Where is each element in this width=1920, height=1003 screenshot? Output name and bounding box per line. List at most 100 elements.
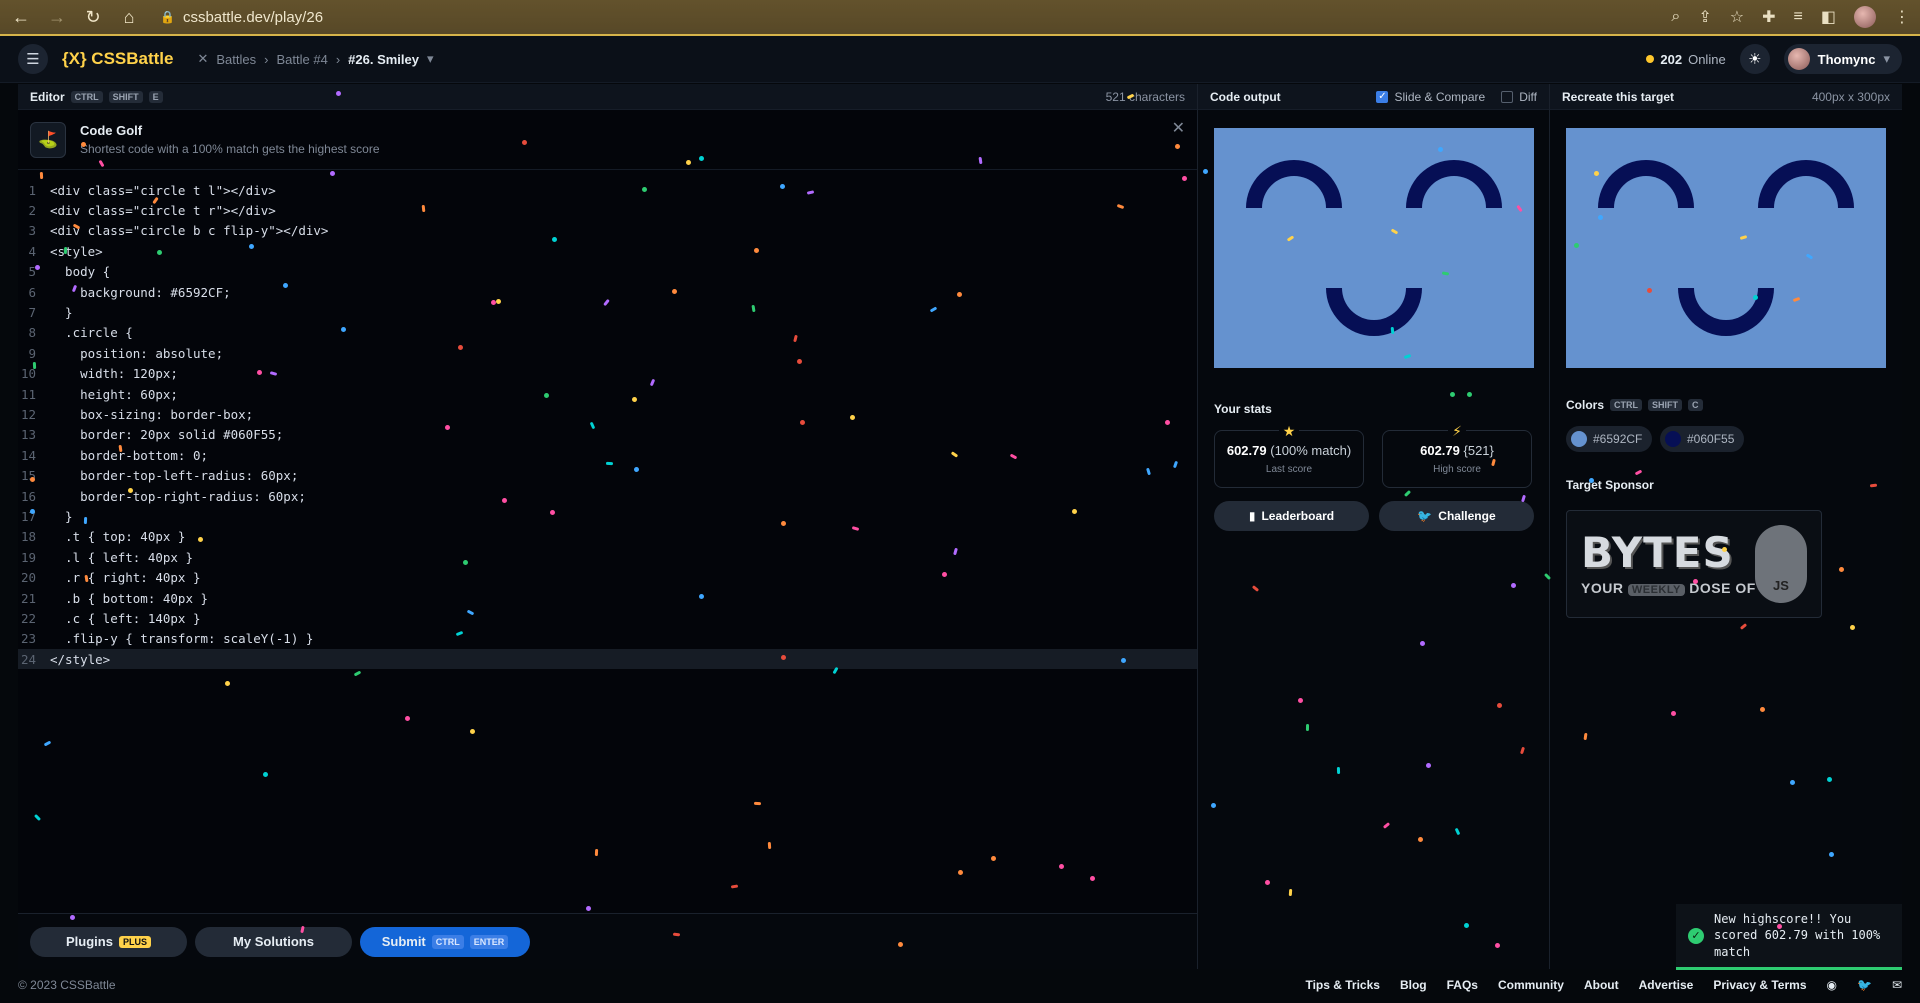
zoom-icon[interactable]: ⌕ xyxy=(1671,8,1680,26)
forward-icon[interactable]: → xyxy=(46,6,68,28)
code-text: .c { left: 140px } xyxy=(50,610,201,626)
arc-shape xyxy=(1598,160,1694,208)
confetti-piece xyxy=(1390,326,1395,335)
reload-icon[interactable]: ↻ xyxy=(82,6,104,28)
leaderboard-button[interactable]: ▮ Leaderboard xyxy=(1214,501,1369,531)
breadcrumb-battle[interactable]: Battle #4 xyxy=(276,52,327,67)
reading-list-icon[interactable]: ≡ xyxy=(1794,8,1803,26)
code-line[interactable]: 18 .t { top: 40px } xyxy=(18,527,1197,547)
code-line[interactable]: 3 <div class="circle b c flip-y"></div> xyxy=(18,221,1197,241)
cssbattle-logo[interactable]: {X} CSSBattle xyxy=(62,49,173,69)
code-line[interactable]: 17 } xyxy=(18,506,1197,526)
submit-button[interactable]: Submit CTRL ENTER xyxy=(360,926,530,957)
color-chip-bg[interactable]: #6592CF xyxy=(1566,426,1653,452)
discord-icon[interactable]: ◉ xyxy=(1827,978,1837,992)
code-line[interactable]: 2 <div class="circle t r"></div> xyxy=(18,200,1197,220)
confetti-piece xyxy=(1839,567,1844,572)
color-chip-fg[interactable]: #060F55 xyxy=(1660,426,1745,452)
confetti-piece xyxy=(1175,144,1180,149)
code-line[interactable]: 12 box-sizing: border-box; xyxy=(18,404,1197,424)
line-number: 3 xyxy=(28,223,36,239)
bookmark-star-icon[interactable]: ☆ xyxy=(1730,7,1744,27)
code-line[interactable]: 9 position: absolute; xyxy=(18,343,1197,363)
back-icon[interactable]: ← xyxy=(10,6,32,28)
code-line[interactable]: 16 border-top-right-radius: 60px; xyxy=(18,486,1197,506)
twitter-icon[interactable]: 🐦 xyxy=(1857,978,1872,992)
line-number: 18 xyxy=(20,529,36,545)
hamburger-menu-icon[interactable]: ☰ xyxy=(18,44,48,74)
line-number: 4 xyxy=(28,243,36,259)
code-line[interactable]: 22 .c { left: 140px } xyxy=(18,608,1197,628)
code-text: </style> xyxy=(50,651,111,667)
confetti-piece xyxy=(502,498,507,503)
code-line[interactable]: 24 </style> xyxy=(18,648,1197,670)
sponsor-banner[interactable]: BYTES YOUR WEEKLY DOSE OF JS xyxy=(1566,510,1822,618)
target-image[interactable] xyxy=(1566,128,1886,368)
code-line[interactable]: 7 } xyxy=(18,302,1197,322)
footer-link-blog[interactable]: Blog xyxy=(1400,978,1427,992)
footer-link-privacy[interactable]: Privacy & Terms xyxy=(1713,978,1806,992)
footer-link-community[interactable]: Community xyxy=(1498,978,1564,992)
stats-title: Your stats xyxy=(1214,402,1272,416)
confetti-piece xyxy=(1497,703,1502,708)
code-editor[interactable]: 1 <div class="circle t l"></div> 2 <div cla… xyxy=(18,170,1197,670)
mail-icon[interactable]: ✉ xyxy=(1892,978,1902,992)
profile-avatar[interactable] xyxy=(1854,6,1876,28)
theme-toggle-sun-icon[interactable]: ☀ xyxy=(1739,44,1770,74)
code-line[interactable]: 8 .circle { xyxy=(18,323,1197,343)
lightning-icon: ⚡ xyxy=(1448,423,1466,440)
code-line[interactable]: 4 <style> xyxy=(18,241,1197,261)
footer-link-about[interactable]: About xyxy=(1584,978,1619,992)
checkbox-unchecked-icon[interactable] xyxy=(1501,90,1514,103)
confetti-piece xyxy=(1647,288,1652,293)
code-line[interactable]: 15 border-top-left-radius: 60px; xyxy=(18,465,1197,485)
code-output-preview[interactable] xyxy=(1214,128,1534,368)
extensions-icon[interactable]: ✚ xyxy=(1762,7,1775,27)
plugins-button[interactable]: Plugins PLUS xyxy=(30,926,187,957)
code-line[interactable]: 13 border: 20px solid #060F55; xyxy=(18,425,1197,445)
diff-toggle[interactable]: Diff xyxy=(1501,90,1537,104)
confetti-piece xyxy=(1059,864,1064,869)
code-line[interactable]: 10 width: 120px; xyxy=(18,364,1197,384)
confetti-piece xyxy=(470,729,475,734)
breadcrumb-battles[interactable]: Battles xyxy=(216,52,256,67)
side-panel-icon[interactable]: ◧ xyxy=(1821,7,1836,27)
code-line[interactable]: 11 height: 60px; xyxy=(18,384,1197,404)
close-icon[interactable]: ✕ xyxy=(1172,118,1185,138)
confetti-piece xyxy=(35,265,40,270)
code-text: <div class="circle t l"></div> xyxy=(50,182,276,198)
highscore-toast[interactable]: ✓ New highscore!! You scored 602.79 with… xyxy=(1676,904,1902,970)
arc-shape xyxy=(1246,160,1342,208)
confetti-piece xyxy=(421,204,426,213)
code-line[interactable]: 21 .b { bottom: 40px } xyxy=(18,588,1197,608)
share-icon[interactable]: ⇪ xyxy=(1698,7,1711,27)
challenge-button[interactable]: 🐦 Challenge xyxy=(1379,501,1534,531)
footer-link-advertise[interactable]: Advertise xyxy=(1639,978,1694,992)
code-line[interactable]: 5 body { xyxy=(18,262,1197,282)
footer-link-tips[interactable]: Tips & Tricks xyxy=(1305,978,1379,992)
line-number: 12 xyxy=(20,406,36,422)
chevron-down-icon[interactable]: ▾ xyxy=(427,51,434,67)
code-line[interactable]: 1 <div class="circle t l"></div> xyxy=(18,180,1197,200)
confetti-piece xyxy=(1288,888,1293,897)
home-icon[interactable]: ⌂ xyxy=(118,6,140,28)
code-line[interactable]: 23 .flip-y { transform: scaleY(-1) } xyxy=(18,629,1197,649)
address-bar[interactable]: 🔒 cssbattle.dev/play/26 xyxy=(160,9,323,26)
slide-compare-toggle[interactable]: ✓ Slide & Compare xyxy=(1376,90,1485,104)
user-menu[interactable]: Thomync ▾ xyxy=(1783,44,1902,74)
breadcrumb-current[interactable]: #26. Smiley xyxy=(348,52,419,67)
bar-chart-icon: ▮ xyxy=(1248,509,1256,523)
plus-badge: PLUS xyxy=(118,935,151,948)
lock-icon: 🔒 xyxy=(160,10,175,24)
browser-menu-icon[interactable]: ⋮ xyxy=(1894,7,1910,27)
code-text: border-top-left-radius: 60px; xyxy=(50,468,299,484)
code-line[interactable]: 19 .l { left: 40px } xyxy=(18,547,1197,567)
code-line[interactable]: 20 .r { right: 40px } xyxy=(18,567,1197,587)
footer-link-faqs[interactable]: FAQs xyxy=(1447,978,1478,992)
checkbox-checked-icon[interactable]: ✓ xyxy=(1376,90,1389,103)
my-solutions-button[interactable]: My Solutions xyxy=(195,926,352,957)
confetti-piece xyxy=(1305,723,1310,732)
high-score-label: High score xyxy=(1433,464,1481,475)
arc-shape xyxy=(1406,160,1502,208)
editor-footer: Plugins PLUS My Solutions Submit CTRL EN… xyxy=(18,913,1197,969)
